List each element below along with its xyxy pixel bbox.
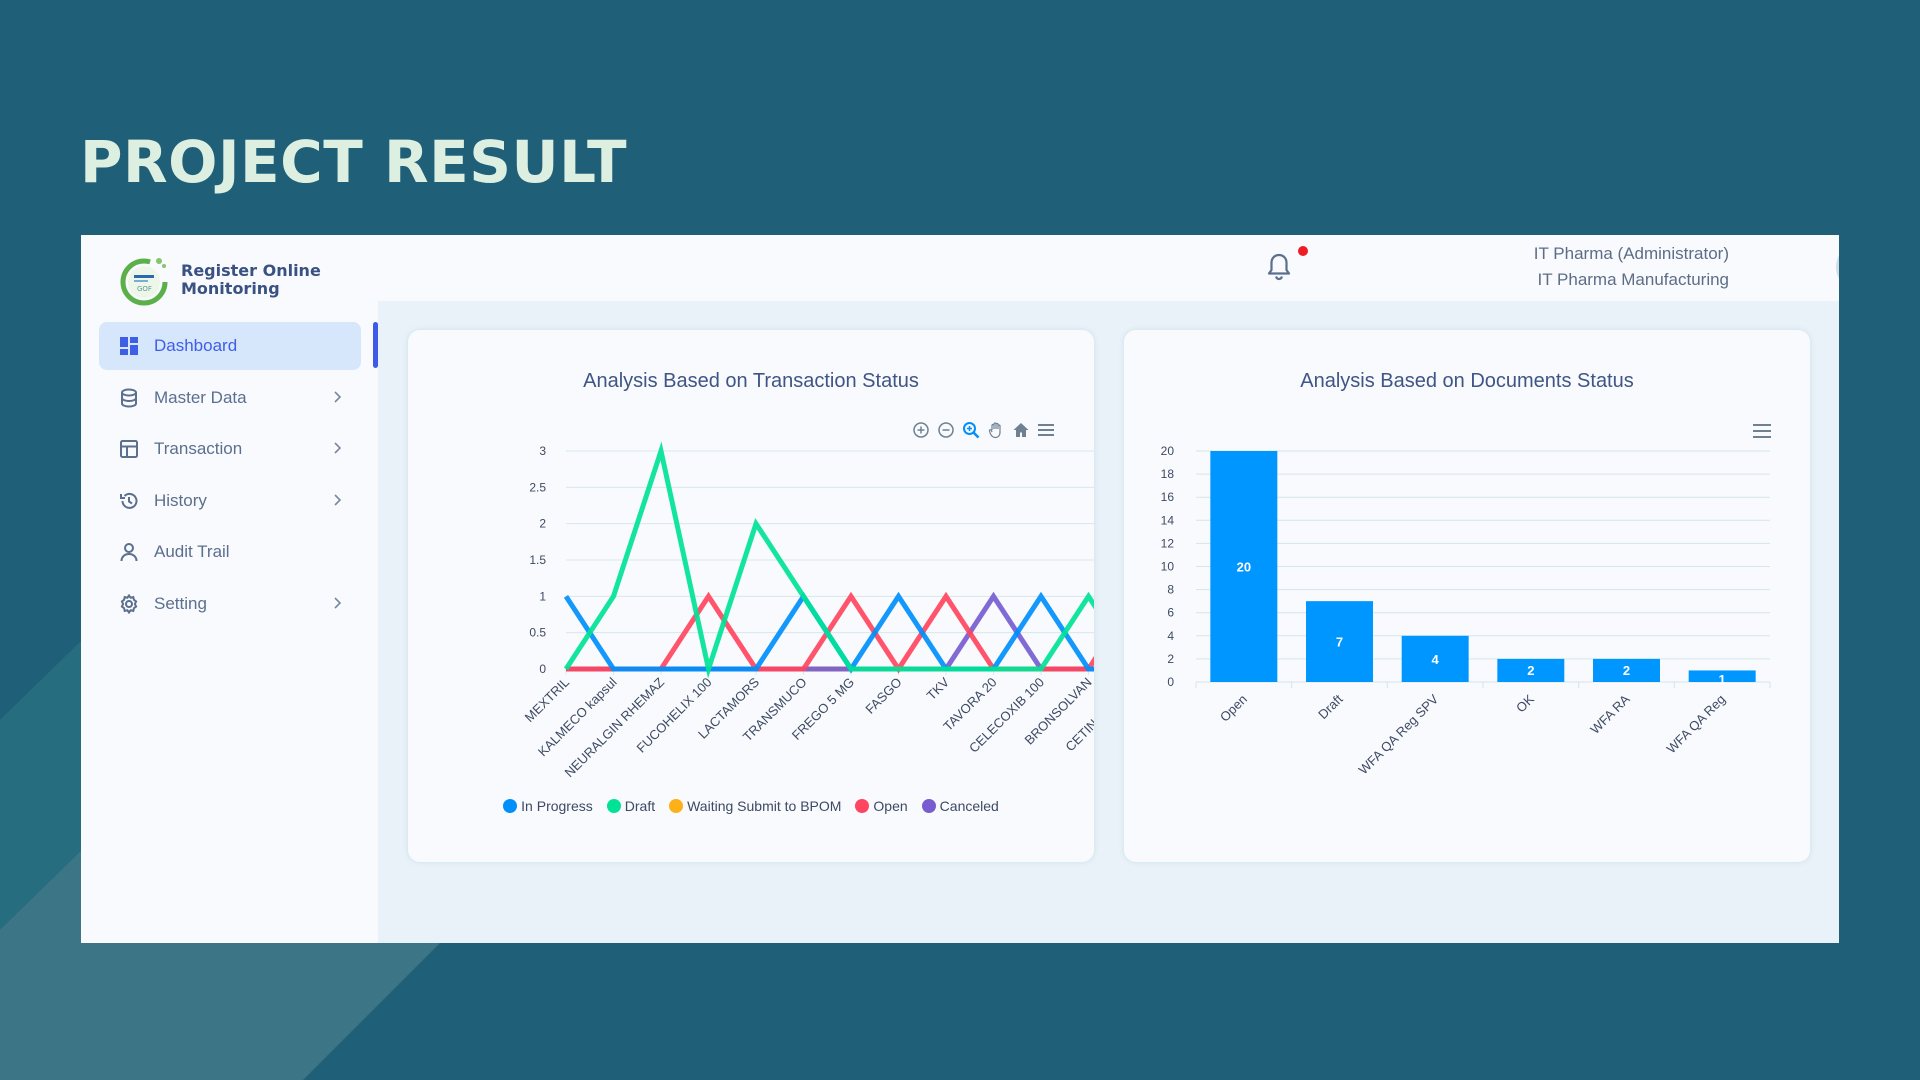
- legend-item[interactable]: In Progress: [503, 798, 593, 814]
- dashboard-grid-icon: [118, 335, 140, 357]
- sidebar-item-setting[interactable]: Setting: [99, 580, 361, 628]
- sidebar-item-history[interactable]: History: [99, 477, 361, 525]
- y-tick-label: 16: [1161, 490, 1175, 504]
- legend-marker: [921, 799, 936, 813]
- y-tick-label: 8: [1167, 583, 1174, 597]
- y-tick-label: 1: [539, 589, 546, 603]
- sidebar-item-audit-trail[interactable]: Audit Trail: [99, 528, 361, 576]
- y-tick-label: 0: [1167, 675, 1174, 689]
- y-tick-label: 20: [1161, 444, 1175, 458]
- y-tick-label: 0: [539, 662, 546, 676]
- y-tick-label: 12: [1161, 536, 1175, 550]
- x-tick-label: MEXTRIL: [522, 675, 572, 725]
- legend-item[interactable]: Draft: [606, 798, 656, 814]
- x-tick-label: Open: [1217, 692, 1250, 725]
- sidebar-item-label: Audit Trail: [154, 542, 230, 561]
- x-tick-label: FASGO: [862, 675, 904, 717]
- legend-item[interactable]: Open: [855, 798, 908, 814]
- y-tick-label: 2.5: [529, 480, 546, 494]
- sidebar-menu: Dashboard Master Data Transaction Histor…: [99, 322, 361, 631]
- sidebar-item-label: History: [154, 490, 207, 510]
- top-header: IT Pharma (Administrator) IT Pharma Manu…: [378, 235, 1839, 301]
- database-icon: [118, 387, 140, 409]
- legend-marker: [606, 799, 621, 813]
- sidebar-item-transaction[interactable]: Transaction: [99, 425, 361, 473]
- sidebar-item-dashboard[interactable]: Dashboard: [99, 322, 361, 370]
- legend-item[interactable]: Waiting Submit to BPOM: [669, 798, 841, 814]
- x-tick-label: Draft: [1315, 691, 1346, 722]
- sidebar-active-indicator: [373, 322, 378, 368]
- x-tick-label: OK: [1513, 691, 1537, 715]
- y-tick-label: 3: [539, 444, 546, 458]
- chevron-right-icon: [334, 493, 342, 506]
- user-avatar-icon: [1836, 243, 1839, 291]
- y-tick-label: 10: [1161, 560, 1175, 574]
- x-tick-label: WFA QA Reg SPV: [1356, 691, 1442, 777]
- data-label: 2: [1623, 663, 1630, 678]
- layout-icon: [118, 438, 140, 460]
- user-icon: [118, 541, 140, 563]
- legend-marker: [855, 799, 870, 813]
- y-tick-label: 14: [1161, 513, 1175, 527]
- y-tick-label: 6: [1167, 606, 1174, 620]
- notification-button[interactable]: [1266, 252, 1292, 282]
- chevron-right-icon: [334, 596, 342, 609]
- line-chart: 00.511.522.53MEXTRILKALMECO kapsulNEURAL…: [522, 441, 1094, 780]
- data-label: 1: [1719, 672, 1726, 687]
- brand-line-2: Monitoring: [181, 279, 280, 298]
- documents-status-card: Analysis Based on Documents Status 02468…: [1124, 330, 1810, 862]
- legend-label: Draft: [624, 798, 656, 814]
- sidebar-item-label: Transaction: [154, 439, 243, 458]
- slide-title: PROJECT RESULT: [80, 128, 628, 196]
- transaction-status-card: Analysis Based on Transaction Status 0 0.…: [408, 330, 1094, 862]
- legend-label: Canceled: [939, 798, 999, 814]
- legend-label: In Progress: [521, 798, 593, 814]
- bar-chart: 0246810121416182020Open7Draft4WFA QA Reg…: [1161, 444, 1771, 777]
- x-tick-label: TKV: [924, 674, 953, 703]
- chart-legend: In Progress Draft Waiting Submit to BPOM Op…: [408, 798, 1094, 814]
- green-swirl-logo-icon: GOF: [117, 253, 171, 307]
- sidebar-item-master-data[interactable]: Master Data: [99, 374, 361, 422]
- x-tick-label: WFA QA Reg: [1664, 692, 1729, 757]
- sidebar: GOF Register Online Monitoring Dashboard: [81, 235, 378, 943]
- user-info[interactable]: IT Pharma (Administrator) IT Pharma Manu…: [1534, 241, 1729, 293]
- chevron-right-icon: [334, 442, 342, 454]
- data-label: 2: [1527, 663, 1534, 678]
- sidebar-item-label: Master Data: [154, 387, 247, 407]
- chevron-right-icon: [334, 390, 342, 403]
- bell-icon: [1267, 253, 1291, 281]
- y-tick-label: 2: [1167, 652, 1174, 666]
- y-tick-label: 4: [1167, 629, 1174, 643]
- svg-text:GOF: GOF: [137, 285, 152, 293]
- history-icon: [118, 490, 140, 512]
- user-name: IT Pharma (Administrator): [1533, 244, 1729, 263]
- brand-line-1: Register Online: [181, 261, 321, 280]
- app-window: GOF Register Online Monitoring Dashboard: [81, 235, 1839, 943]
- legend-marker: [669, 799, 684, 813]
- gear-icon: [118, 593, 140, 615]
- y-tick-label: 0.5: [529, 626, 546, 640]
- y-tick-label: 18: [1161, 467, 1175, 481]
- user-company: IT Pharma Manufacturing: [1537, 270, 1730, 289]
- brand[interactable]: GOF Register Online Monitoring: [117, 253, 321, 307]
- legend-marker: [503, 799, 518, 813]
- y-tick-label: 1.5: [529, 553, 546, 567]
- x-tick-label: WFA RA: [1587, 691, 1633, 737]
- data-label: 20: [1237, 560, 1251, 575]
- y-tick-label: 2: [539, 517, 546, 531]
- legend-item[interactable]: Canceled: [921, 798, 999, 814]
- legend-label: Open: [873, 798, 908, 814]
- avatar[interactable]: [1836, 243, 1839, 291]
- notification-badge: [1298, 246, 1308, 256]
- sidebar-item-label: Setting: [154, 593, 207, 613]
- legend-label: Waiting Submit to BPOM: [687, 798, 842, 814]
- data-label: 7: [1336, 635, 1343, 650]
- sidebar-item-label: Dashboard: [154, 336, 238, 355]
- data-label: 4: [1432, 652, 1440, 667]
